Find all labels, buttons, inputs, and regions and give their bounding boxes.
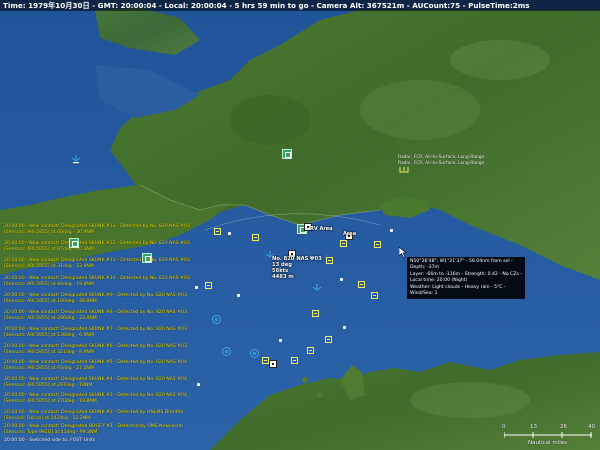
message-line: 20:00:00 - New contact! Designated SKUNK… <box>4 241 190 252</box>
contact-marker[interactable] <box>340 240 347 247</box>
land-texture <box>360 80 480 140</box>
message-line: 20:00:00 - New contact! Designated SKUNK… <box>4 310 187 321</box>
selected-unit-label: No. 820 NAS #03 13 deg 56kts 4483 m <box>272 256 322 280</box>
contact-dot[interactable] <box>197 383 200 386</box>
contact-marker[interactable] <box>307 347 314 354</box>
contact-marker[interactable] <box>326 257 333 264</box>
contact-marker[interactable] <box>291 357 298 364</box>
submarine-icon[interactable] <box>212 315 221 324</box>
message-line: 20:00:00 - Switched side to: FOST Units <box>4 438 96 443</box>
map-label-area: Area <box>343 231 357 237</box>
contact-dot[interactable] <box>279 339 282 342</box>
contact-dot[interactable] <box>228 232 231 235</box>
airbase-icon[interactable] <box>282 149 292 159</box>
land-texture <box>450 40 550 80</box>
map-label-rv-area: RV Area <box>310 226 333 232</box>
land-texture <box>410 382 530 418</box>
contact-marker[interactable] <box>358 281 365 288</box>
contact-dot[interactable] <box>195 286 198 289</box>
contact-marker[interactable] <box>252 234 259 241</box>
tooltip-line: N50°26'48", W1°21'37" - 56.04nm from sel… <box>410 259 513 271</box>
message-line: 20:00:00 - New contact! Designated BOGEY… <box>4 424 183 435</box>
scale-tick-label: 40 <box>588 424 595 430</box>
message-line: 20:00:00 - New contact! Designated SKUNK… <box>4 293 187 304</box>
channel-island <box>302 377 308 383</box>
message-line: 20:00:00 - New contact! Designated SKUNK… <box>4 224 190 235</box>
contact-marker[interactable] <box>371 292 378 299</box>
contact-marker[interactable] <box>214 228 221 235</box>
radar-emitter-icon[interactable] <box>399 166 409 173</box>
status-bar: Time: 1979年10月30日 - GMT: 20:00:04 - Loca… <box>0 0 600 11</box>
land-texture <box>230 95 310 145</box>
airbase-icon[interactable] <box>69 238 79 248</box>
message-line: 20:00:00 - New contact! Designated SKUNK… <box>4 393 187 404</box>
contact-dot[interactable] <box>237 294 240 297</box>
tooltip-line: Weather: Light clouds - Heavy rain - 5°C… <box>410 284 506 297</box>
unit-altitude: 4483 m <box>272 274 294 280</box>
message-line: 20:00:00 - New contact! Designated SKUNK… <box>4 327 187 338</box>
message-line: 20:00:00 - New contact! Designated SKUNK… <box>4 360 187 371</box>
map-hover-tooltip: N50°26'48", W1°21'37" - 56.04nm from sel… <box>407 257 525 300</box>
message-line: 20:00:00 - New contact! Designated SKUNK… <box>4 344 187 355</box>
scale-bar: 0 13 26 40 Nautical miles <box>500 424 596 448</box>
contact-marker[interactable] <box>312 310 319 317</box>
ship-icon[interactable] <box>269 360 277 368</box>
contact-marker[interactable] <box>325 336 332 343</box>
submarine-icon[interactable] <box>250 349 259 358</box>
scale-tick-label: 0 <box>502 424 506 430</box>
radar-line: Radar, FCR, Air-to-Surface, Long-Range <box>398 160 485 166</box>
scale-tick-label: 13 <box>530 424 537 430</box>
message-line: 20:00:00 - New contact! Designated SKUNK… <box>4 276 190 287</box>
radar-line: Radar, FCR, Air-to-Surface, Long-Range <box>398 155 485 160</box>
scale-unit-label: Nautical miles <box>528 440 567 446</box>
message-line: 20:00:00 - New contact! Designated SKUNK… <box>4 410 184 421</box>
message-line: 20:00:00 - New contact! Designated SKUNK… <box>4 258 190 269</box>
mouse-cursor <box>399 247 407 258</box>
airbase-icon[interactable] <box>142 253 152 263</box>
contact-dot[interactable] <box>343 326 346 329</box>
contact-dot[interactable] <box>340 278 343 281</box>
helicopter-icon[interactable] <box>71 154 81 164</box>
contact-marker[interactable] <box>262 357 269 364</box>
contact-dot[interactable] <box>390 229 393 232</box>
contact-marker[interactable] <box>205 282 212 289</box>
channel-island <box>317 392 323 398</box>
message-line: 20:00:00 - New contact! Designated SKUNK… <box>4 377 187 388</box>
submarine-icon[interactable] <box>222 347 231 356</box>
radar-emission-label: Radar, FCR, Air-to-Surface, Long-Range R… <box>398 155 484 166</box>
helicopter-icon[interactable] <box>312 283 322 293</box>
scale-tick-label: 26 <box>560 424 567 430</box>
scale-ruler <box>504 432 592 438</box>
contact-marker[interactable] <box>374 241 381 248</box>
